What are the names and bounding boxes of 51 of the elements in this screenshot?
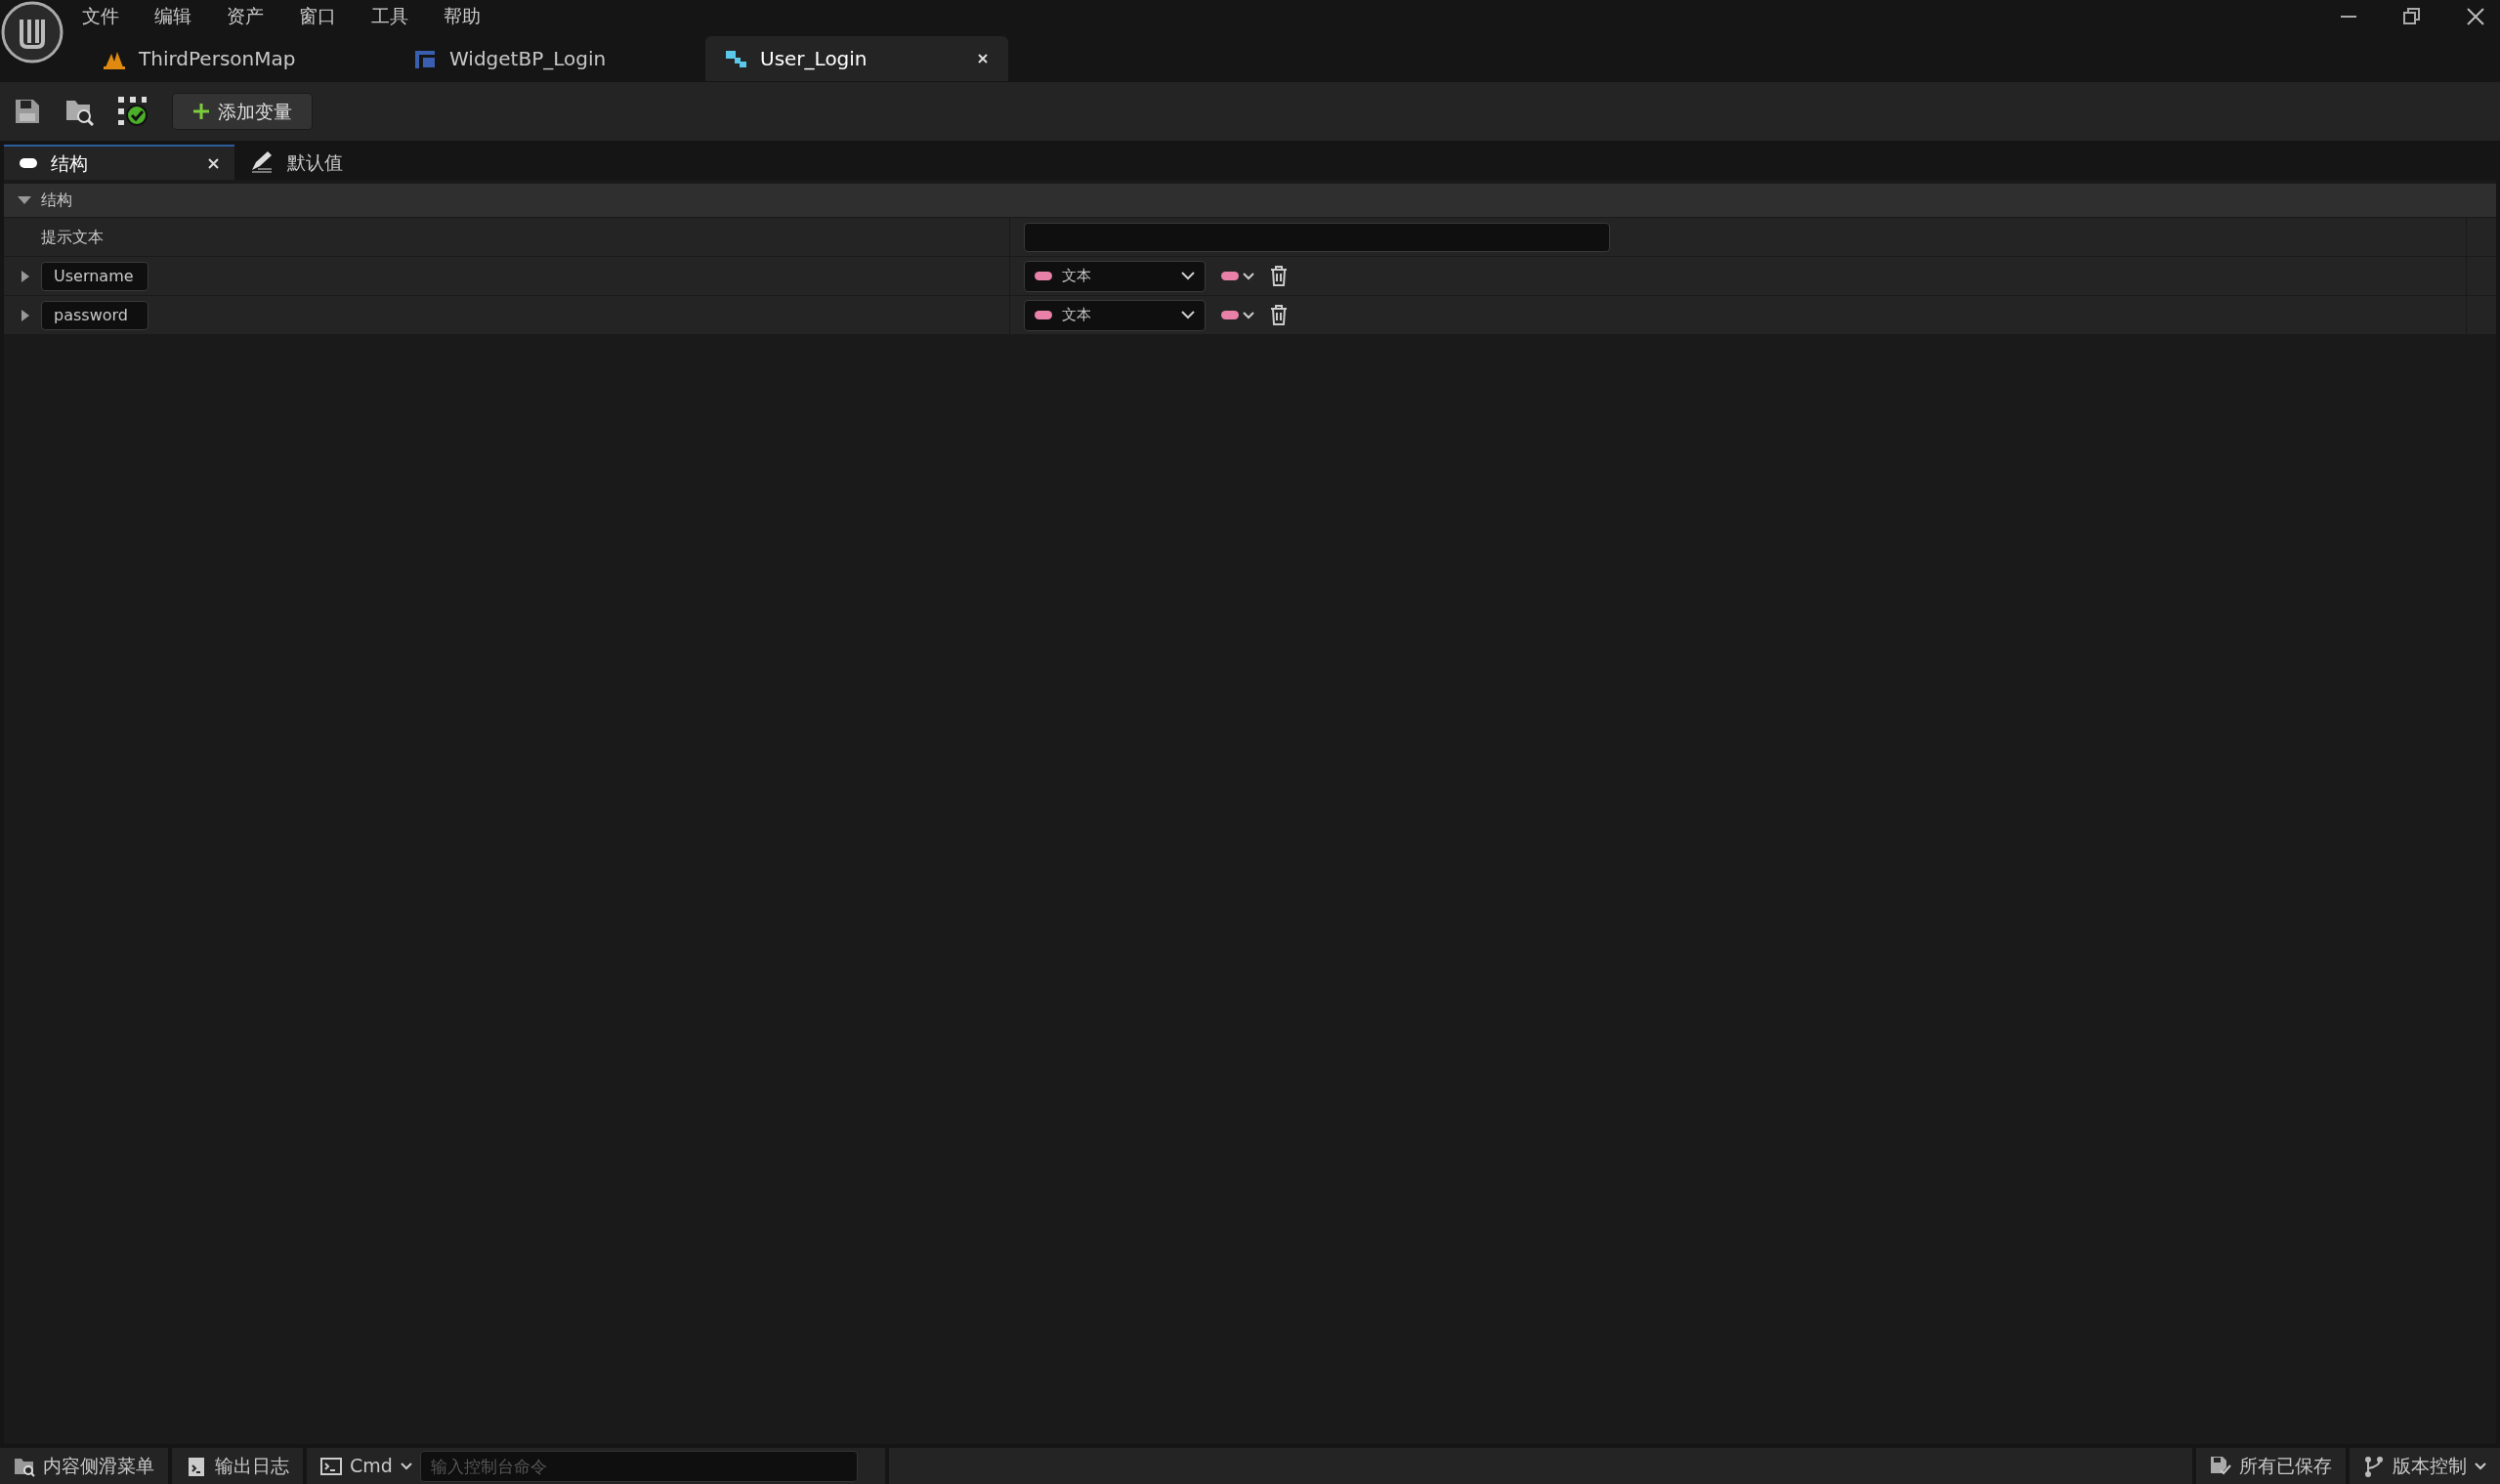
pill-icon [20,157,37,169]
container-type-dropdown[interactable] [1221,311,1254,319]
field-label: 提示文本 [40,226,104,248]
chevron-icon [400,1462,412,1470]
save-state-button[interactable]: 所有已保存 [2196,1448,2346,1484]
chevron-icon [1181,272,1195,280]
content-drawer-button[interactable]: 内容侧滑菜单 [0,1448,168,1484]
logo-icon[interactable] [0,0,64,64]
plus-icon [192,103,210,120]
name-field[interactable]: password [41,300,148,330]
panel-tab[interactable]: 结构 [4,145,234,180]
menu-item[interactable]: 工具 [354,0,426,32]
type-dropdown[interactable]: 文本 [1024,299,1206,331]
save-check-icon [2210,1455,2231,1477]
menu-item[interactable]: 文件 [64,0,137,32]
container-type-dropdown[interactable] [1221,272,1254,280]
source-control-button[interactable]: 版本控制 [2350,1448,2500,1484]
menu-item[interactable]: 帮助 [426,0,498,32]
add-variable-button[interactable]: 添加变量 [172,92,313,131]
expand-arrow-icon[interactable] [20,309,31,321]
close-icon[interactable] [2467,8,2484,25]
close-icon[interactable] [208,157,219,169]
chevron-icon [1243,272,1254,280]
console-input[interactable]: 输入控制台命令 [419,1450,858,1482]
tooltip-field[interactable] [1024,222,1610,252]
panel-tab[interactable]: 默认值 [234,145,359,180]
checkmark-icon[interactable] [117,96,148,127]
chevron-icon [1181,311,1195,319]
close-icon[interactable] [977,52,989,64]
trash-icon[interactable] [1270,305,1288,325]
pencil-icon [250,150,274,174]
cmd-dropdown[interactable]: Cmd [320,1452,412,1480]
terminal-icon [320,1455,342,1477]
caret-icon [18,194,31,206]
save-icon[interactable] [14,98,41,125]
menu-item[interactable]: 编辑 [137,0,209,32]
document-tab[interactable]: WidgetBP_Login [395,35,698,81]
document-tab[interactable]: ThirdPersonMap [84,35,387,81]
output-log-button[interactable]: 输出日志 [172,1448,303,1484]
branch-icon [2363,1455,2385,1477]
restore-icon[interactable] [2403,8,2420,24]
document-tab[interactable]: User_Login [705,35,1008,81]
menu-item[interactable]: 窗口 [281,0,354,32]
name-field[interactable]: Username [41,261,148,291]
chevron-icon [2475,1462,2486,1470]
chevron-icon [1243,311,1254,319]
log-icon [186,1455,207,1477]
expand-arrow-icon[interactable] [20,270,31,282]
type-dropdown[interactable]: 文本 [1024,260,1206,292]
trash-icon[interactable] [1270,266,1288,286]
menu-item[interactable]: 资产 [209,0,281,32]
